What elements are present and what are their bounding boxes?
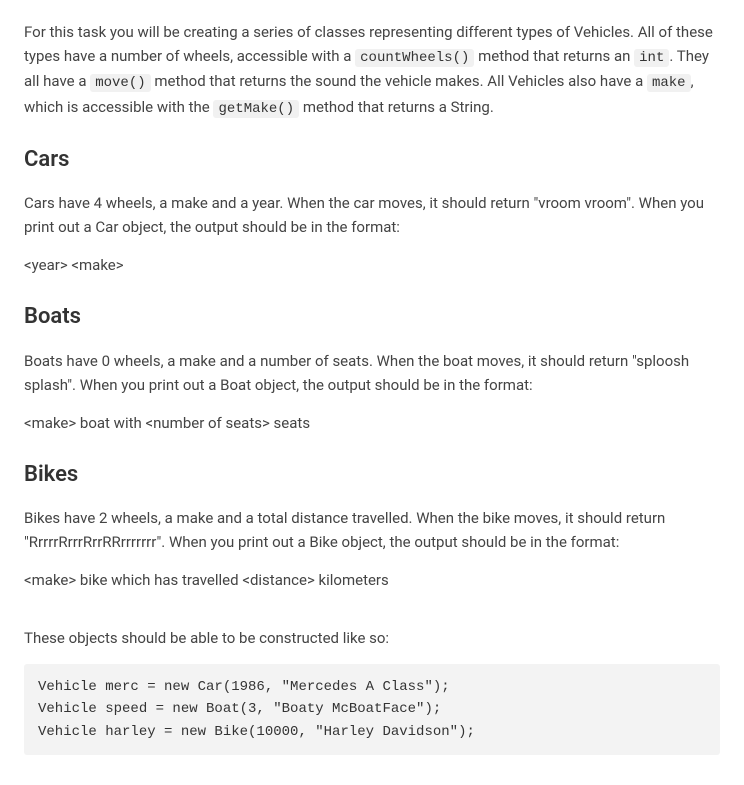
inline-code-int: int — [634, 49, 669, 67]
cars-format: <year> <make> — [24, 253, 720, 277]
boats-format: <make> boat with <number of seats> seats — [24, 411, 720, 435]
cars-heading: Cars — [24, 142, 720, 177]
boats-description: Boats have 0 wheels, a make and a number… — [24, 349, 720, 397]
intro-text-2: method that returns an — [474, 47, 634, 65]
inline-code-getmake: getMake() — [213, 100, 299, 118]
inline-code-move: move() — [90, 74, 150, 92]
bikes-format: <make> bike which has travelled <distanc… — [24, 568, 720, 592]
code-block-construction: Vehicle merc = new Car(1986, "Mercedes A… — [24, 664, 720, 755]
spacer — [24, 606, 720, 626]
inline-code-make: make — [647, 74, 691, 92]
inline-code-countwheels: countWheels() — [355, 49, 474, 67]
code-block-content: Vehicle merc = new Car(1986, "Mercedes A… — [38, 679, 475, 740]
intro-paragraph: For this task you will be creating a ser… — [24, 20, 720, 120]
bikes-heading: Bikes — [24, 457, 720, 492]
cars-description: Cars have 4 wheels, a make and a year. W… — [24, 191, 720, 239]
bikes-description: Bikes have 2 wheels, a make and a total … — [24, 506, 720, 554]
intro-text-6: method that returns a String. — [299, 98, 494, 116]
construction-lead: These objects should be able to be const… — [24, 626, 720, 650]
intro-text-4: method that returns the sound the vehicl… — [151, 72, 647, 90]
boats-heading: Boats — [24, 299, 720, 334]
